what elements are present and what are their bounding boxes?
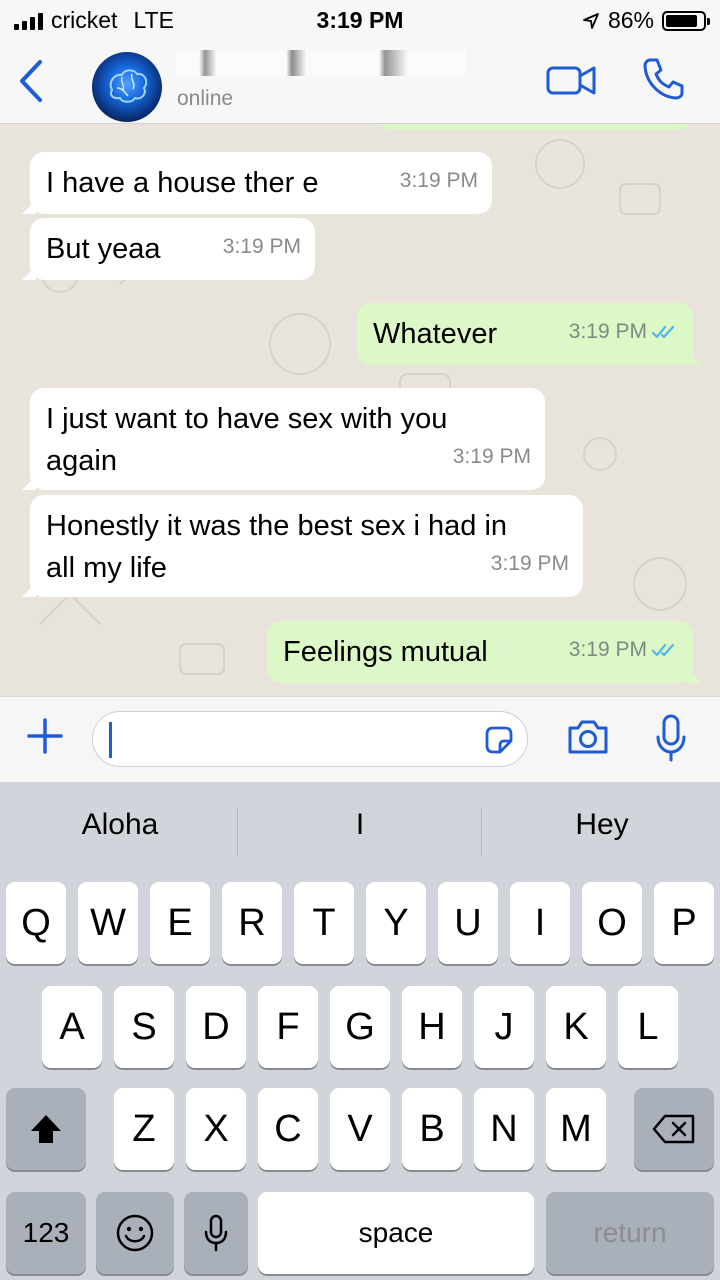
key[interactable]: F [258, 986, 318, 1068]
key[interactable]: E [150, 882, 210, 964]
shift-key[interactable] [6, 1088, 86, 1170]
message-time: 3:19 PM [490, 552, 569, 575]
video-call-icon[interactable] [546, 62, 598, 98]
chevron-left-icon[interactable] [14, 58, 48, 104]
status-right: 86% [582, 7, 710, 34]
message-list[interactable]: I have a house ther e 3:19 PM But yeaa 3… [0, 124, 720, 696]
message-text-line: I just want to have sex with you [46, 403, 448, 435]
avatar[interactable] [92, 52, 162, 122]
message-time: 3:19 PM [568, 320, 647, 343]
camera-icon[interactable] [566, 717, 610, 757]
sticker-icon[interactable] [483, 724, 515, 756]
return-key[interactable]: return [546, 1192, 714, 1274]
microphone-icon [204, 1214, 228, 1252]
key[interactable]: S [114, 986, 174, 1068]
key[interactable]: Y [366, 882, 426, 964]
predictive-bar: Aloha I Hey [0, 782, 720, 878]
text-cursor [109, 722, 112, 758]
space-key[interactable]: space [258, 1192, 534, 1274]
key[interactable]: Z [114, 1088, 174, 1170]
shift-icon [31, 1115, 61, 1143]
key[interactable]: M [546, 1088, 606, 1170]
brain-icon [109, 69, 148, 103]
key[interactable]: O [582, 882, 642, 964]
key[interactable]: W [78, 882, 138, 964]
contact-name-redacted[interactable] [176, 50, 466, 76]
phone-icon[interactable] [640, 56, 686, 102]
key[interactable]: J [474, 986, 534, 1068]
contact-status: online [177, 87, 234, 110]
message-bubble-incoming[interactable]: I have a house ther e 3:19 PM [22, 152, 492, 214]
message-bubble-incoming[interactable]: But yeaa 3:19 PM [22, 218, 315, 280]
message-time: 3:19 PM [399, 169, 478, 192]
emoji-icon [116, 1214, 154, 1252]
plus-icon[interactable] [26, 717, 64, 755]
key[interactable]: R [222, 882, 282, 964]
key[interactable]: X [186, 1088, 246, 1170]
chat-header: online [0, 40, 720, 124]
key[interactable]: P [654, 882, 714, 964]
key[interactable]: T [294, 882, 354, 964]
suggestion[interactable]: Hey [482, 808, 720, 842]
key[interactable]: U [438, 882, 498, 964]
location-icon [583, 12, 599, 29]
message-text-line: Honestly it was the best sex i had in [46, 510, 508, 542]
message-bubble-incoming[interactable]: Honestly it was the best sex i had in al… [22, 495, 583, 597]
emoji-key[interactable] [96, 1192, 174, 1274]
key[interactable]: G [330, 986, 390, 1068]
key[interactable]: V [330, 1088, 390, 1170]
message-bubble-outgoing[interactable]: Whatever 3:19 PM [357, 303, 701, 365]
key[interactable]: I [510, 882, 570, 964]
key[interactable]: D [186, 986, 246, 1068]
suggestion[interactable]: I [240, 808, 480, 842]
key[interactable]: B [402, 1088, 462, 1170]
backspace-icon [652, 1114, 695, 1144]
message-input[interactable] [92, 711, 528, 767]
keyboard: Aloha I Hey Q W E R T Y U I O P A S D F … [0, 782, 720, 1280]
message-time: 3:19 PM [452, 445, 531, 468]
numbers-key[interactable]: 123 [6, 1192, 86, 1274]
message-bubble-partial [380, 124, 690, 130]
key[interactable]: N [474, 1088, 534, 1170]
compose-bar [0, 696, 720, 782]
message-bubble-incoming[interactable]: I just want to have sex with you again 3… [22, 388, 545, 490]
message-time: 3:19 PM [222, 235, 301, 258]
message-text-line: all my life [46, 552, 167, 584]
divider [237, 808, 238, 856]
battery-percent: 86% [607, 7, 654, 33]
message-time: 3:19 PM [568, 638, 647, 661]
status-bar: cricket LTE 3:19 PM 86% [0, 0, 720, 40]
key[interactable]: L [618, 986, 678, 1068]
delete-key[interactable] [634, 1088, 714, 1170]
battery-icon [662, 10, 710, 31]
read-receipt-icon [651, 643, 675, 657]
dictation-key[interactable] [184, 1192, 248, 1274]
read-receipt-icon [651, 325, 675, 339]
key[interactable]: K [546, 986, 606, 1068]
key[interactable]: H [402, 986, 462, 1068]
key[interactable]: C [258, 1088, 318, 1170]
microphone-icon[interactable] [654, 713, 688, 763]
key[interactable]: A [42, 986, 102, 1068]
message-bubble-outgoing[interactable]: Feelings mutual 3:19 PM [267, 621, 701, 683]
suggestion[interactable]: Aloha [0, 808, 240, 842]
key[interactable]: Q [6, 882, 66, 964]
